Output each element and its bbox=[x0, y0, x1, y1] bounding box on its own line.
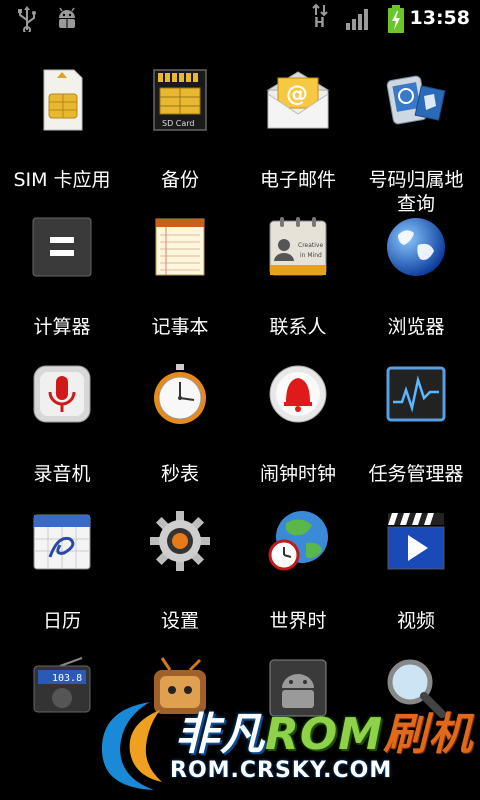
app-sound-recorder[interactable]: 录音机 bbox=[2, 362, 122, 497]
app-label: 秒表 bbox=[160, 463, 199, 485]
app-calendar[interactable]: 日历 bbox=[2, 509, 122, 644]
app-email[interactable]: @ 电子邮件 bbox=[238, 68, 358, 203]
contacts-icon: Creative in Mind bbox=[269, 217, 327, 276]
usb-icon bbox=[18, 6, 36, 32]
app-label: 日历 bbox=[42, 610, 81, 632]
app-label: 备份 bbox=[160, 169, 199, 191]
watermark-brand-part3: 刷机 bbox=[383, 709, 474, 760]
android-debug-icon bbox=[59, 7, 75, 28]
app-backup[interactable]: SD Card 备份 bbox=[120, 68, 240, 203]
watermark-url: ROM.CRSKY.COM bbox=[170, 758, 393, 783]
watermark-swirl-icon bbox=[101, 702, 162, 790]
watermark-brand-part2: ROM bbox=[265, 709, 384, 760]
sim-card-icon bbox=[43, 69, 83, 131]
sd-card-label: SD Card bbox=[162, 119, 195, 128]
app-label: 电子邮件 bbox=[259, 169, 336, 191]
app-alarm-clock[interactable]: 闹钟时钟 bbox=[238, 362, 358, 497]
app-drawer-grid: SIM 卡应用 SD Card 备份 @ 电子邮件 号码归属地 查询 计算器 记… bbox=[0, 38, 480, 800]
alarm-bell-icon bbox=[269, 365, 327, 423]
watermark-brand-part1: 非凡 bbox=[175, 709, 265, 760]
world-clock-icon bbox=[268, 511, 328, 571]
status-time: 13:58 bbox=[409, 7, 470, 29]
calendar-icon bbox=[33, 514, 91, 570]
radio-icon: 103.8 bbox=[33, 657, 91, 713]
contacts-card-text: Creative bbox=[298, 242, 323, 249]
app-notepad[interactable]: 记事本 bbox=[120, 215, 240, 350]
app-label: 设置 bbox=[160, 610, 199, 632]
app-video[interactable]: 视频 bbox=[356, 509, 476, 644]
app-sim-toolkit[interactable]: SIM 卡应用 bbox=[2, 68, 122, 203]
task-monitor-icon bbox=[386, 366, 446, 422]
svg-text:in Mind: in Mind bbox=[300, 252, 322, 259]
app-task-manager[interactable]: 任务管理器 bbox=[356, 362, 476, 497]
app-label: 任务管理器 bbox=[368, 463, 464, 485]
sd-card-icon: SD Card bbox=[153, 69, 207, 131]
watermark-logo: 非凡ROM刷机 ROM.CRSKY.COM bbox=[90, 690, 480, 800]
email-icon: @ bbox=[266, 71, 330, 129]
microphone-icon bbox=[33, 365, 91, 423]
data-transfer-icon: H bbox=[310, 4, 330, 34]
app-stopwatch[interactable]: 秒表 bbox=[120, 362, 240, 497]
status-bar[interactable]: H 13:58 bbox=[0, 0, 480, 38]
calculator-icon bbox=[32, 217, 92, 277]
app-label: SIM 卡应用 bbox=[13, 169, 111, 191]
app-label: 视频 bbox=[396, 610, 435, 632]
notepad-icon bbox=[155, 218, 205, 276]
app-contacts[interactable]: Creative in Mind 联系人 bbox=[238, 215, 358, 350]
app-settings[interactable]: 设置 bbox=[120, 509, 240, 644]
app-label: 号码归属地 查询 bbox=[368, 169, 464, 215]
app-label: 浏览器 bbox=[387, 316, 445, 338]
watermark-brand: 非凡ROM刷机 bbox=[175, 698, 473, 762]
signal-icon bbox=[346, 9, 368, 30]
app-label: 联系人 bbox=[269, 316, 327, 338]
radio-frequency: 103.8 bbox=[52, 673, 82, 684]
stopwatch-icon bbox=[154, 364, 206, 424]
network-type-label: H bbox=[314, 16, 325, 31]
app-world-clock[interactable]: 世界时 bbox=[238, 509, 358, 644]
phone-lookup-icon bbox=[386, 75, 446, 125]
svg-text:@: @ bbox=[286, 82, 308, 107]
video-player-icon bbox=[387, 513, 445, 570]
battery-charging-icon bbox=[388, 5, 404, 33]
app-label: 计算器 bbox=[33, 316, 91, 338]
app-phone-lookup[interactable]: 号码归属地 查询 bbox=[356, 68, 476, 215]
settings-gear-icon bbox=[150, 511, 210, 571]
app-label: 闹钟时钟 bbox=[259, 463, 336, 485]
browser-globe-icon bbox=[387, 218, 445, 276]
app-label: 记事本 bbox=[151, 316, 209, 338]
app-label: 世界时 bbox=[269, 610, 327, 632]
app-calculator[interactable]: 计算器 bbox=[2, 215, 122, 350]
app-browser[interactable]: 浏览器 bbox=[356, 215, 476, 350]
app-label: 录音机 bbox=[33, 463, 91, 485]
